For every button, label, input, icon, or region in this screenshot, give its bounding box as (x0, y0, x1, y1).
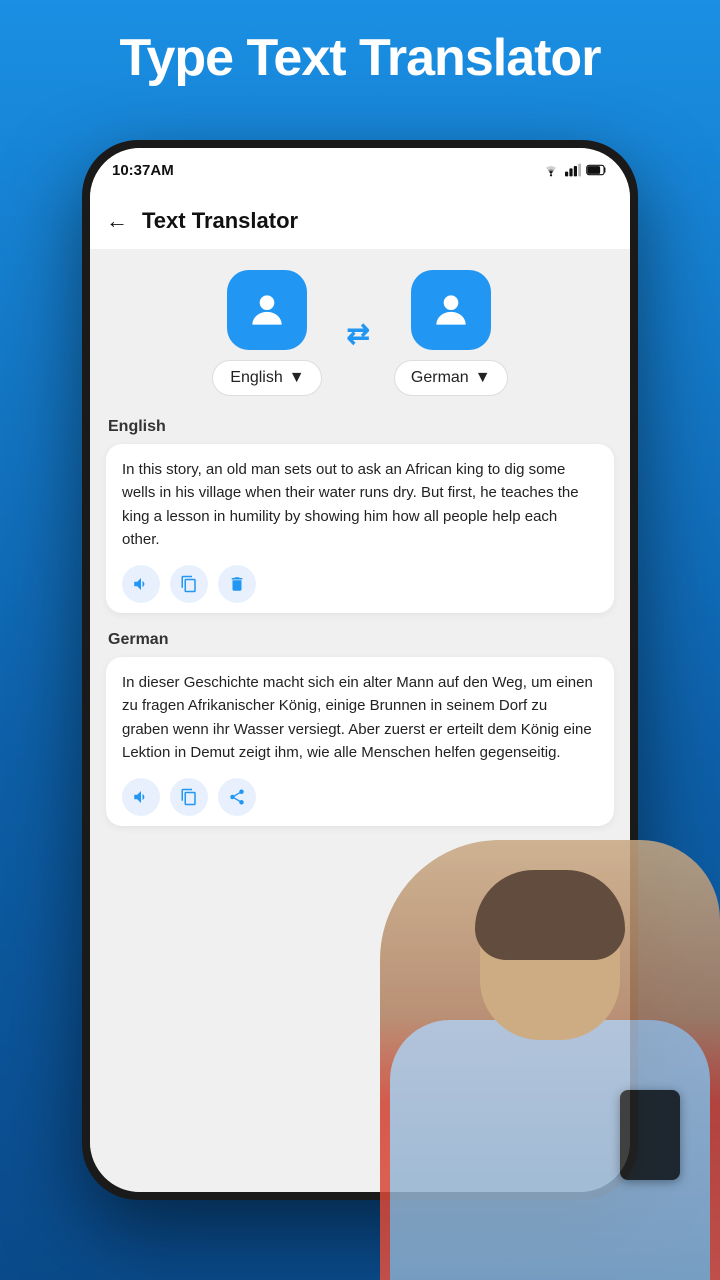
back-button[interactable]: ← (106, 208, 128, 234)
source-action-buttons (122, 565, 598, 603)
source-dropdown-arrow: ▼ (289, 369, 305, 387)
source-section-label: English (106, 418, 614, 436)
source-copy-button[interactable] (170, 565, 208, 603)
target-copy-button[interactable] (170, 778, 208, 816)
target-share-icon (228, 788, 246, 806)
source-sound-icon (132, 575, 150, 593)
target-action-buttons (122, 778, 598, 816)
app-header: ← Text Translator (90, 192, 630, 250)
source-copy-icon (180, 575, 198, 593)
source-delete-button[interactable] (218, 565, 256, 603)
source-sound-button[interactable] (122, 565, 160, 603)
source-translation-box: In this story, an old man sets out to as… (106, 444, 614, 613)
status-bar: 10:37AM (90, 148, 630, 192)
language-selector-row: English ▼ ⇄ (106, 270, 614, 396)
target-dropdown-arrow: ▼ (475, 369, 491, 387)
target-lang-picker: German ▼ (394, 270, 508, 396)
target-sound-icon (132, 788, 150, 806)
target-person-icon (429, 288, 473, 332)
status-time: 10:37AM (112, 162, 174, 179)
target-language-dropdown[interactable]: German ▼ (394, 360, 508, 396)
target-language-label: German (411, 369, 469, 387)
target-translation-box: In dieser Geschichte macht sich ein alte… (106, 657, 614, 826)
source-lang-picker: English ▼ (212, 270, 322, 396)
source-person-icon (245, 288, 289, 332)
swap-languages-button[interactable]: ⇄ (346, 317, 369, 350)
target-text-section: German In dieser Geschichte macht sich e… (106, 631, 614, 826)
target-translation-text: In dieser Geschichte macht sich ein alte… (122, 671, 598, 764)
person-decoration (380, 840, 720, 1280)
source-language-label: English (230, 369, 282, 387)
target-share-button[interactable] (218, 778, 256, 816)
signal-icon (565, 163, 581, 177)
source-translation-text: In this story, an old man sets out to as… (122, 458, 598, 551)
target-avatar (411, 270, 491, 350)
source-delete-icon (228, 575, 246, 593)
source-language-dropdown[interactable]: English ▼ (212, 360, 322, 396)
app-title: Text Translator (142, 208, 298, 234)
target-copy-icon (180, 788, 198, 806)
battery-icon (586, 164, 608, 176)
target-sound-button[interactable] (122, 778, 160, 816)
status-icons (542, 163, 608, 177)
source-avatar (227, 270, 307, 350)
wifi-icon (542, 163, 560, 177)
target-section-label: German (106, 631, 614, 649)
source-text-section: English In this story, an old man sets o… (106, 418, 614, 613)
page-bg-title: Type Text Translator (0, 28, 720, 88)
